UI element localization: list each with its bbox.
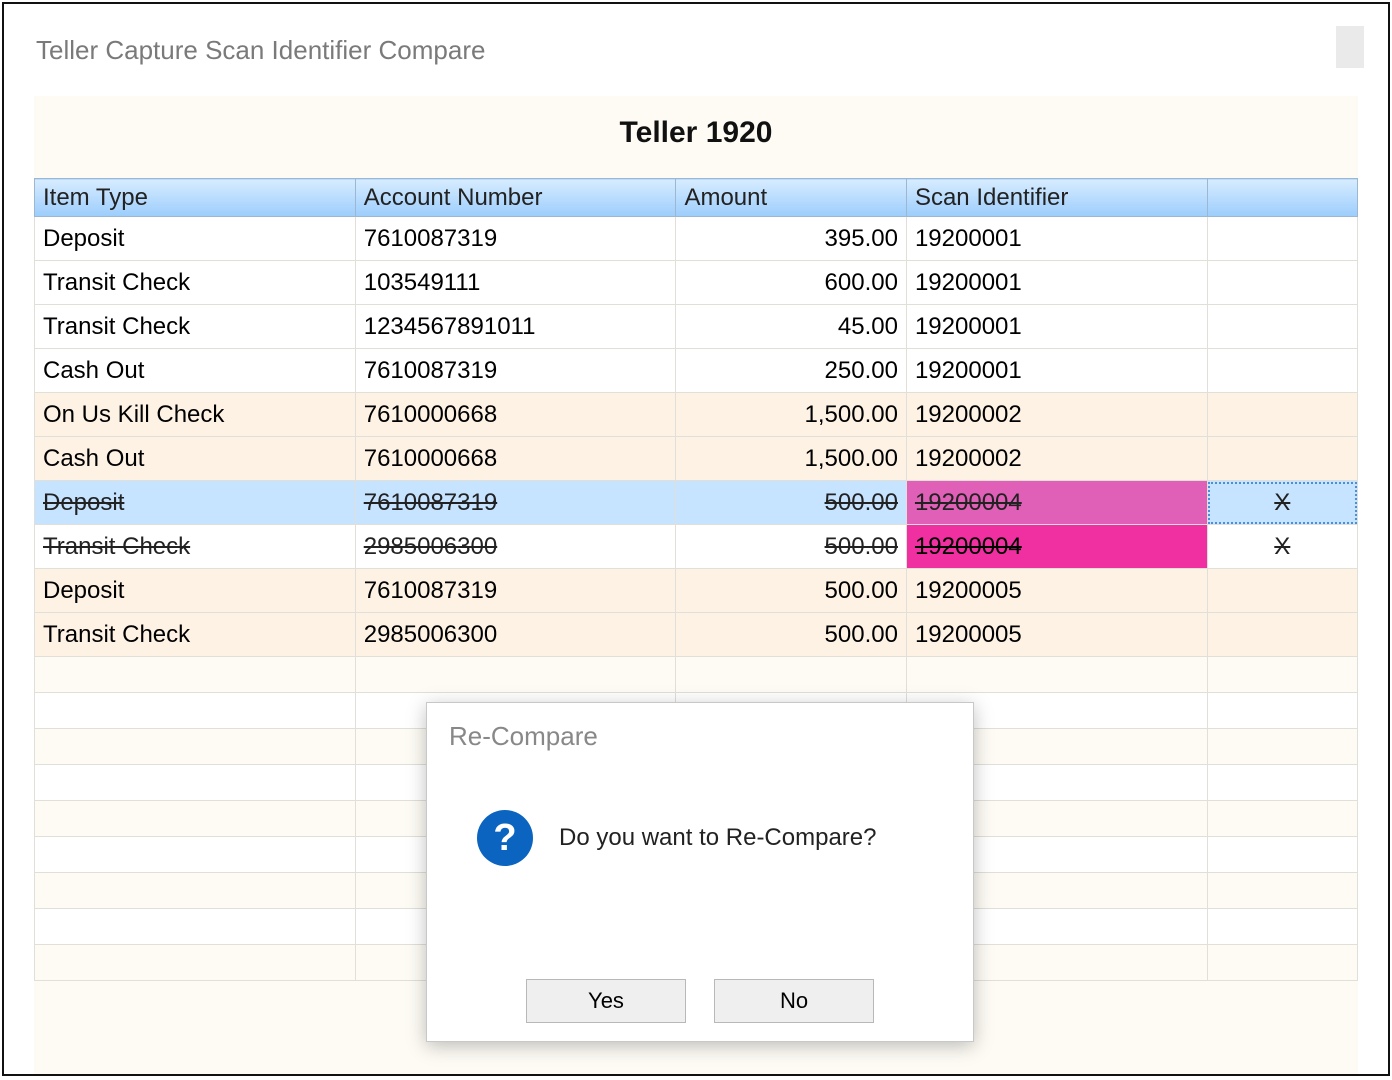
- cell-empty: [1207, 945, 1357, 981]
- cell-action[interactable]: X: [1207, 525, 1357, 569]
- no-button[interactable]: No: [714, 979, 874, 1023]
- col-header-account-number[interactable]: Account Number: [355, 179, 676, 217]
- cell-account-number: 2985006300: [355, 613, 676, 657]
- cell-account-number: 7610000668: [355, 393, 676, 437]
- table-row[interactable]: Transit Check123456789101145.0019200001: [35, 305, 1358, 349]
- cell-empty: [35, 765, 356, 801]
- cell-scan-identifier: 19200001: [906, 261, 1207, 305]
- cell-account-number: 7610000668: [355, 437, 676, 481]
- table-row[interactable]: Transit Check2985006300500.0019200004X: [35, 525, 1358, 569]
- table-header-row: Item Type Account Number Amount Scan Ide…: [35, 179, 1358, 217]
- cell-action: [1207, 437, 1357, 481]
- cell-item-type: On Us Kill Check: [35, 393, 356, 437]
- cell-empty: [1207, 693, 1357, 729]
- cell-scan-identifier: 19200002: [906, 393, 1207, 437]
- yes-button[interactable]: Yes: [526, 979, 686, 1023]
- cell-item-type: Transit Check: [35, 261, 356, 305]
- cell-item-type: Transit Check: [35, 525, 356, 569]
- cell-scan-identifier: 19200004: [906, 525, 1207, 569]
- cell-action: [1207, 305, 1357, 349]
- col-header-action[interactable]: [1207, 179, 1357, 217]
- cell-account-number: 7610087319: [355, 481, 676, 525]
- col-header-amount[interactable]: Amount: [676, 179, 907, 217]
- cell-account-number: 7610087319: [355, 349, 676, 393]
- cell-action: [1207, 261, 1357, 305]
- cell-amount: 250.00: [676, 349, 907, 393]
- cell-amount: 1,500.00: [676, 437, 907, 481]
- cell-amount: 45.00: [676, 305, 907, 349]
- cell-empty: [35, 729, 356, 765]
- cell-empty: [355, 657, 676, 693]
- col-header-scan-identifier[interactable]: Scan Identifier: [906, 179, 1207, 217]
- cell-account-number: 103549111: [355, 261, 676, 305]
- cell-account-number: 2985006300: [355, 525, 676, 569]
- dialog-title: Re-Compare: [427, 703, 973, 760]
- cell-account-number: 7610087319: [355, 217, 676, 261]
- table-row[interactable]: On Us Kill Check76100006681,500.00192000…: [35, 393, 1358, 437]
- cell-empty: [1207, 837, 1357, 873]
- cell-item-type: Deposit: [35, 217, 356, 261]
- cell-empty: [35, 693, 356, 729]
- cell-empty: [35, 801, 356, 837]
- teller-heading: Teller 1920: [34, 96, 1358, 178]
- cell-amount: 1,500.00: [676, 393, 907, 437]
- cell-amount: 500.00: [676, 569, 907, 613]
- cell-amount: 500.00: [676, 481, 907, 525]
- cell-scan-identifier: 19200004: [906, 481, 1207, 525]
- cell-item-type: Transit Check: [35, 613, 356, 657]
- cell-scan-identifier: 19200001: [906, 305, 1207, 349]
- table-row[interactable]: Cash Out76100006681,500.0019200002: [35, 437, 1358, 481]
- cell-scan-identifier: 19200005: [906, 569, 1207, 613]
- cell-empty: [35, 873, 356, 909]
- cell-item-type: Transit Check: [35, 305, 356, 349]
- cell-action: [1207, 217, 1357, 261]
- cell-empty: [1207, 909, 1357, 945]
- cell-item-type: Cash Out: [35, 437, 356, 481]
- question-icon: ?: [477, 810, 533, 866]
- cell-scan-identifier: 19200001: [906, 217, 1207, 261]
- cell-amount: 500.00: [676, 525, 907, 569]
- table-row[interactable]: Deposit7610087319500.0019200005: [35, 569, 1358, 613]
- cell-empty: [35, 837, 356, 873]
- cell-action: [1207, 393, 1357, 437]
- window-titlebar: Teller Capture Scan Identifier Compare: [28, 26, 1364, 74]
- cell-amount: 500.00: [676, 613, 907, 657]
- cell-empty: [906, 657, 1207, 693]
- table-row[interactable]: Deposit7610087319500.0019200004X: [35, 481, 1358, 525]
- cell-empty: [1207, 765, 1357, 801]
- cell-action: [1207, 349, 1357, 393]
- cell-action[interactable]: X: [1207, 481, 1357, 525]
- cell-scan-identifier: 19200002: [906, 437, 1207, 481]
- titlebar-control-placeholder: [1336, 26, 1364, 68]
- cell-account-number: 7610087319: [355, 569, 676, 613]
- cell-account-number: 1234567891011: [355, 305, 676, 349]
- cell-scan-identifier: 19200005: [906, 613, 1207, 657]
- cell-empty: [1207, 729, 1357, 765]
- col-header-item-type[interactable]: Item Type: [35, 179, 356, 217]
- cell-item-type: Deposit: [35, 569, 356, 613]
- cell-item-type: Cash Out: [35, 349, 356, 393]
- table-row[interactable]: Cash Out7610087319250.0019200001: [35, 349, 1358, 393]
- dialog-message: Do you want to Re-Compare?: [559, 824, 876, 852]
- cell-empty: [1207, 657, 1357, 693]
- table-row[interactable]: Transit Check103549111600.0019200001: [35, 261, 1358, 305]
- cell-empty: [35, 909, 356, 945]
- table-row[interactable]: Deposit7610087319395.0019200001: [35, 217, 1358, 261]
- cell-empty: [35, 657, 356, 693]
- table-row-empty: [35, 657, 1358, 693]
- cell-empty: [676, 657, 907, 693]
- cell-amount: 600.00: [676, 261, 907, 305]
- table-row[interactable]: Transit Check2985006300500.0019200005: [35, 613, 1358, 657]
- cell-action: [1207, 613, 1357, 657]
- cell-empty: [1207, 873, 1357, 909]
- window-title: Teller Capture Scan Identifier Compare: [36, 35, 485, 66]
- cell-action: [1207, 569, 1357, 613]
- cell-item-type: Deposit: [35, 481, 356, 525]
- cell-empty: [35, 945, 356, 981]
- recompare-dialog: Re-Compare ? Do you want to Re-Compare? …: [426, 702, 974, 1042]
- cell-amount: 395.00: [676, 217, 907, 261]
- cell-empty: [1207, 801, 1357, 837]
- cell-scan-identifier: 19200001: [906, 349, 1207, 393]
